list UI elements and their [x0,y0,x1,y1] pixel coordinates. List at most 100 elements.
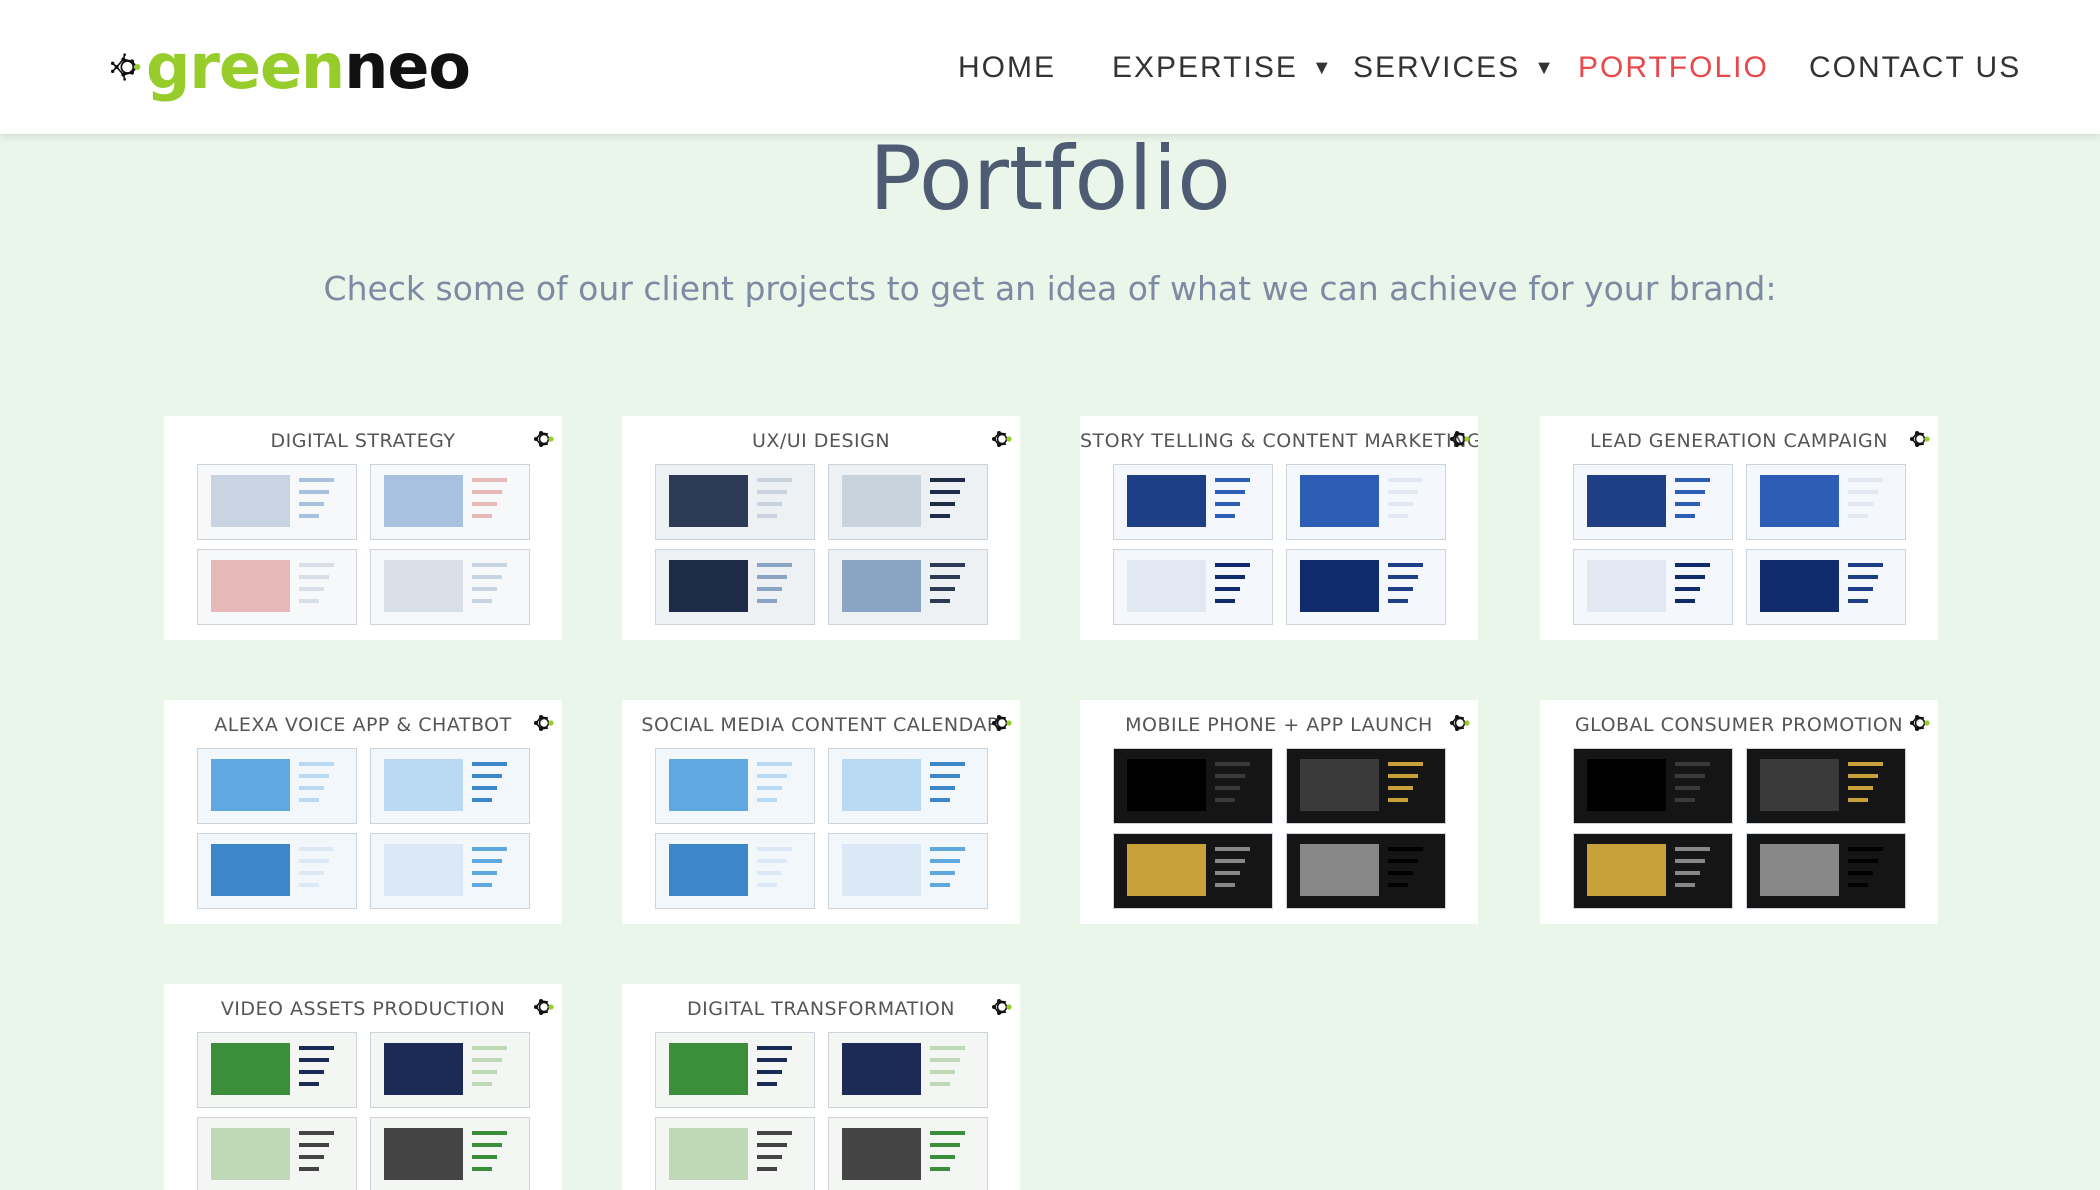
preview-text-line [930,762,965,767]
preview-text-line [930,882,951,887]
preview-text-line [299,847,334,852]
preview-thumbnail [1113,463,1273,541]
preview-text-line [757,859,787,864]
preview-text-line [1388,797,1409,802]
preview-text-line [1848,586,1874,591]
preview-text-line [1675,797,1696,802]
preview-thumbnail [197,832,357,910]
preview-text-line [299,882,320,887]
preview-text-line [1215,478,1250,483]
preview-text-line [757,1143,787,1148]
preview-image [211,475,290,528]
preview-text-line [757,1069,783,1074]
preview-thumbnail [1573,747,1733,825]
preview-text-line [1215,762,1250,767]
preview-image [1300,759,1379,812]
portfolio-card[interactable]: SOCIAL MEDIA CONTENT CALENDAR [622,700,1020,924]
preview-text-line [1675,563,1710,568]
preview-text-line [1675,785,1701,790]
portfolio-card[interactable]: LEAD GENERATION CAMPAIGN [1540,416,1938,640]
nav-home-label: HOME [958,51,1056,84]
preview-thumbnail [1746,463,1906,541]
preview-text-line [472,762,507,767]
preview-text-line [1215,882,1236,887]
preview-text-line [757,1058,787,1063]
site-logo[interactable]: greenneo [110,26,471,108]
preview-thumbnail [655,1116,815,1190]
preview-text-line [1215,563,1250,568]
preview-text-line [1848,598,1869,603]
preview-image [1300,475,1379,528]
preview-thumbnail [370,548,530,626]
preview-text-line [1215,785,1241,790]
portfolio-card[interactable]: UX/UI DESIGN [622,416,1020,640]
preview-thumbnail [197,548,357,626]
preview-text-line [1215,575,1245,580]
preview-text-line [1388,762,1423,767]
preview-text-line [1848,785,1874,790]
network-molecule-logo-icon [534,999,554,1015]
portfolio-card[interactable]: STORY TELLING & CONTENT MARKETING [1080,416,1478,640]
preview-image [842,844,921,897]
preview-text-line [1675,847,1710,852]
portfolio-card[interactable]: GLOBAL CONSUMER PROMOTION [1540,700,1938,924]
nav-expertise[interactable]: EXPERTISE ▼ [1112,46,1334,90]
preview-text-line [1388,785,1414,790]
preview-image [1587,844,1666,897]
preview-text-line [1848,563,1883,568]
preview-text-line [1215,847,1250,852]
portfolio-card-preview [194,462,540,632]
portfolio-card-preview [652,1030,998,1190]
preview-thumbnail [655,463,815,541]
preview-text-line [472,563,507,568]
preview-text-line [757,1131,792,1136]
preview-thumbnail [1746,548,1906,626]
portfolio-card[interactable]: ALEXA VOICE APP & CHATBOT [164,700,562,924]
preview-image [669,759,748,812]
preview-text-line [299,598,320,603]
preview-text-line [472,478,507,483]
preview-text-line [472,774,502,779]
nav-home[interactable]: HOME [958,46,1056,90]
portfolio-card-title: GLOBAL CONSUMER PROMOTION [1574,714,1904,736]
preview-text-line [472,1081,493,1086]
portfolio-card-preview [1570,746,1916,916]
portfolio-card-title: UX/UI DESIGN [751,430,891,452]
portfolio-card-title: ALEXA VOICE APP & CHATBOT [214,714,512,736]
preview-image [842,759,921,812]
portfolio-card-preview [652,746,998,916]
preview-text-line [930,1058,960,1063]
preview-text-line [1848,513,1869,518]
preview-text-line [1675,501,1701,506]
chevron-down-icon: ▼ [1311,56,1334,79]
nav-contact-us[interactable]: CONTACT US [1809,46,2021,90]
preview-thumbnail [828,1031,988,1109]
preview-text-line [757,490,787,495]
nav-services[interactable]: SERVICES ▼ [1353,46,1556,90]
preview-text-line [757,575,787,580]
preview-text-line [472,847,507,852]
preview-thumbnail [1573,832,1733,910]
preview-text-line [472,1154,498,1159]
preview-text-line [299,785,325,790]
preview-text-line [930,797,951,802]
portfolio-card[interactable]: DIGITAL TRANSFORMATION [622,984,1020,1190]
portfolio-card[interactable]: MOBILE PHONE + APP LAUNCH [1080,700,1478,924]
portfolio-card-title: MOBILE PHONE + APP LAUNCH [1125,714,1433,736]
preview-text-line [757,774,787,779]
preview-text-line [1675,586,1701,591]
preview-text-line [472,586,498,591]
preview-text-line [930,598,951,603]
preview-image [842,1043,921,1096]
preview-image [1760,560,1839,613]
preview-text-line [299,762,334,767]
preview-text-line [299,1166,320,1171]
preview-thumbnail [655,548,815,626]
preview-text-line [757,1154,783,1159]
preview-text-line [757,797,778,802]
network-molecule-logo-icon [534,431,554,447]
preview-text-line [1215,598,1236,603]
portfolio-card[interactable]: VIDEO ASSETS PRODUCTION [164,984,562,1190]
portfolio-card[interactable]: DIGITAL STRATEGY [164,416,562,640]
nav-portfolio[interactable]: PORTFOLIO [1578,46,1769,90]
